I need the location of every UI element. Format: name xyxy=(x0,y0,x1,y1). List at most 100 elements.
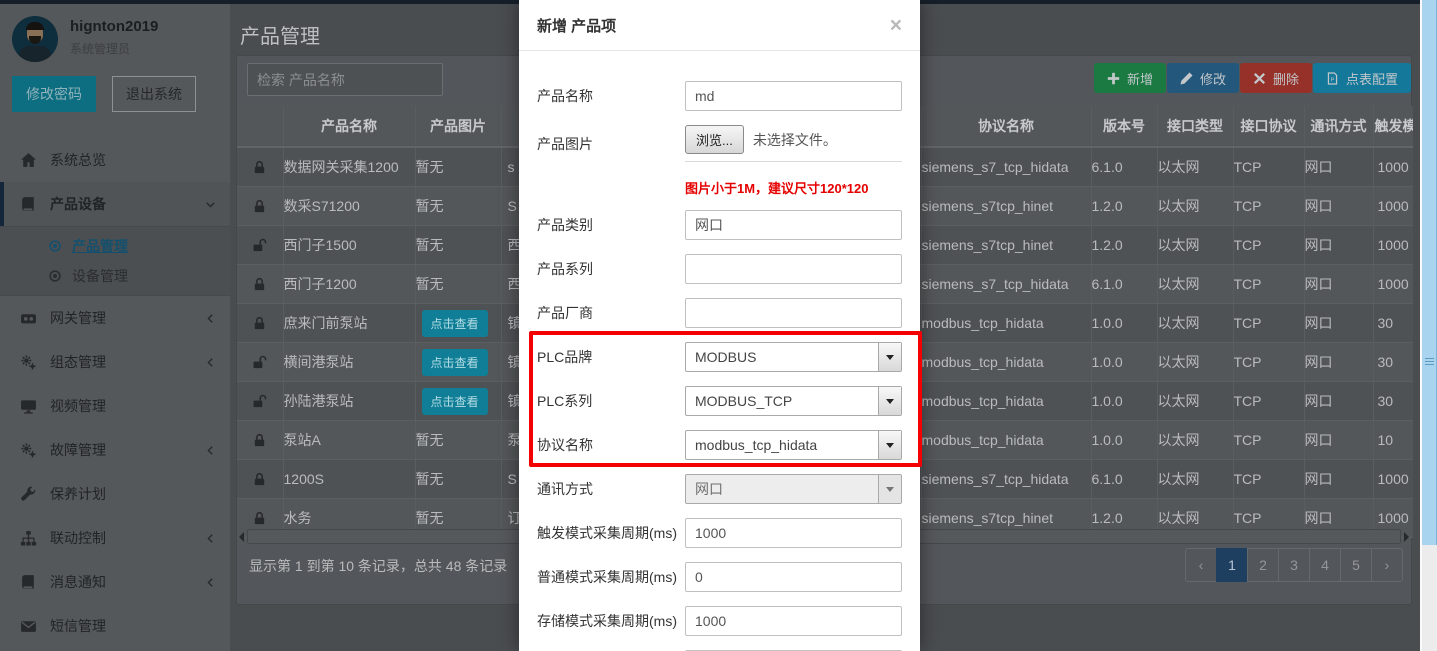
修改-button[interactable]: 修改 xyxy=(1167,63,1239,93)
sidebar-item-组态管理[interactable]: 组态管理 xyxy=(0,340,230,384)
form-row: PLC系列MODBUS_TCP xyxy=(537,386,902,416)
sidebar-item-网关管理[interactable]: 网关管理 xyxy=(0,296,230,340)
x-mark-icon xyxy=(1253,72,1266,85)
modal-header: 新增 产品项 × xyxy=(519,0,920,51)
close-icon[interactable]: × xyxy=(890,15,902,36)
pagination-page-2[interactable]: 2 xyxy=(1247,548,1279,582)
scroll-left-arrow-icon[interactable] xyxy=(239,532,244,542)
sidebar-item-短信管理[interactable]: 短信管理 xyxy=(0,604,230,648)
chevron-down-icon xyxy=(205,199,216,210)
field-label: 产品系列 xyxy=(537,259,685,279)
monitor-icon xyxy=(20,398,37,415)
version-cell: 6.1.0 xyxy=(1091,147,1157,187)
sidebar-submenu: 产品管理设备管理 xyxy=(0,226,230,296)
plus-icon xyxy=(1107,72,1120,85)
sidebar-item-保养计划[interactable]: 保养计划 xyxy=(0,472,230,516)
browse-button[interactable]: 浏览... xyxy=(685,125,744,154)
avatar[interactable] xyxy=(12,16,58,62)
field-label: 产品名称 xyxy=(537,86,685,106)
user-profile: hignton2019 系统管理员 xyxy=(0,4,230,62)
删除-button[interactable]: 删除 xyxy=(1240,63,1312,93)
sidebar-item-产品设备[interactable]: 产品设备 xyxy=(0,182,230,226)
普通模式采集周期(ms)-field[interactable] xyxy=(685,562,902,592)
interface-type-cell: 以太网 xyxy=(1157,265,1233,304)
pagination-page-5[interactable]: 5 xyxy=(1340,548,1372,582)
change-password-button[interactable]: 修改密码 xyxy=(12,76,96,112)
gateway-icon xyxy=(20,310,37,327)
column-header: 产品名称 xyxy=(283,106,415,147)
button-label: 删除 xyxy=(1273,69,1299,88)
产品厂商-field[interactable] xyxy=(685,298,902,328)
lock-open-icon xyxy=(237,226,283,265)
form-row: 协议名称modbus_tcp_hidata xyxy=(537,430,902,460)
pagination-page-4[interactable]: 4 xyxy=(1309,548,1341,582)
field-label: 触发模式采集周期(ms) xyxy=(537,523,685,543)
sidebar-item-产品管理[interactable]: 产品管理 xyxy=(0,231,230,261)
field-label: 协议名称 xyxy=(537,435,685,455)
存储模式采集周期(ms)-field[interactable] xyxy=(685,606,902,636)
vertical-scrollbar[interactable] xyxy=(1420,0,1437,651)
pagination-page-3[interactable]: 3 xyxy=(1278,548,1310,582)
circle-dot-icon xyxy=(48,239,62,253)
sidebar-item-设备管理[interactable]: 设备管理 xyxy=(0,261,230,291)
pagination-page-1[interactable]: 1 xyxy=(1216,548,1248,582)
chevron-left-icon xyxy=(205,313,216,324)
chevron-left-icon xyxy=(205,357,216,368)
interface-type-cell: 以太网 xyxy=(1157,421,1233,460)
pencil-icon xyxy=(1180,72,1193,85)
点表配置-button[interactable]: P点表配置 xyxy=(1313,63,1411,93)
PLC系列-select[interactable]: MODBUS_TCP xyxy=(685,386,902,416)
wrench-icon xyxy=(20,486,37,503)
dropdown-arrow-icon[interactable] xyxy=(878,387,901,415)
button-label: 新增 xyxy=(1127,69,1153,88)
envelope-icon xyxy=(20,618,37,635)
新增-button[interactable]: 新增 xyxy=(1094,63,1166,93)
product-image-cell: 暂无 xyxy=(415,187,501,226)
PLC品牌-select[interactable]: MODBUS xyxy=(685,342,902,372)
产品系列-field[interactable] xyxy=(685,254,902,284)
lock-closed-icon xyxy=(237,147,283,187)
interface-protocol-cell: TCP xyxy=(1233,226,1304,265)
column-header xyxy=(237,106,283,147)
sidebar-item-视频管理[interactable]: 视频管理 xyxy=(0,384,230,428)
sidebar-item-消息通知[interactable]: 消息通知 xyxy=(0,560,230,604)
dropdown-arrow-icon[interactable] xyxy=(878,431,901,459)
comm-mode-cell: 网口 xyxy=(1304,265,1373,304)
sidebar-item-联动控制[interactable]: 联动控制 xyxy=(0,516,230,560)
interface-protocol-cell: TCP xyxy=(1233,187,1304,226)
产品名称-field[interactable] xyxy=(685,81,902,111)
interface-protocol-cell: TCP xyxy=(1233,343,1304,382)
pagination-next[interactable]: › xyxy=(1371,548,1403,582)
view-image-button[interactable]: 点击查看 xyxy=(422,310,488,337)
lock-closed-icon xyxy=(237,265,283,304)
user-name: hignton2019 xyxy=(70,18,158,35)
search-input[interactable] xyxy=(247,63,443,96)
field-label: 产品厂商 xyxy=(537,303,685,323)
vertical-scroll-thumb[interactable] xyxy=(1422,0,1437,545)
sidebar-item-系统总览[interactable]: 系统总览 xyxy=(0,138,230,182)
sidebar-item-故障管理[interactable]: 故障管理 xyxy=(0,428,230,472)
select-value: MODBUS xyxy=(686,349,878,365)
view-image-button[interactable]: 点击查看 xyxy=(422,388,488,415)
field-label: PLC品牌 xyxy=(537,347,685,367)
scroll-right-arrow-icon[interactable] xyxy=(1404,532,1409,542)
sitemap-icon xyxy=(20,530,37,547)
comm-mode-cell: 网口 xyxy=(1304,343,1373,382)
column-header: 接口协议 xyxy=(1233,106,1304,147)
trigger-cycle-cell: 1000 xyxy=(1373,460,1413,499)
pagination-prev[interactable]: ‹ xyxy=(1185,548,1217,582)
form-row: 产品系列 xyxy=(537,254,902,284)
view-image-button[interactable]: 点击查看 xyxy=(422,349,488,376)
no-file-text: 未选择文件。 xyxy=(753,130,837,150)
产品类别-field[interactable] xyxy=(685,210,902,240)
button-label: 点表配置 xyxy=(1346,69,1398,88)
interface-type-cell: 以太网 xyxy=(1157,460,1233,499)
trigger-cycle-cell: 10 xyxy=(1373,421,1413,460)
logout-button[interactable]: 退出系统 xyxy=(112,76,196,112)
协议名称-select[interactable]: modbus_tcp_hidata xyxy=(685,430,902,460)
dropdown-arrow-icon[interactable] xyxy=(878,343,901,371)
lock-closed-icon xyxy=(237,421,283,460)
version-cell: 6.1.0 xyxy=(1091,460,1157,499)
触发模式采集周期(ms)-field[interactable] xyxy=(685,518,902,548)
protocol-cell: siemens_s7tcp_hinet xyxy=(921,226,1091,265)
